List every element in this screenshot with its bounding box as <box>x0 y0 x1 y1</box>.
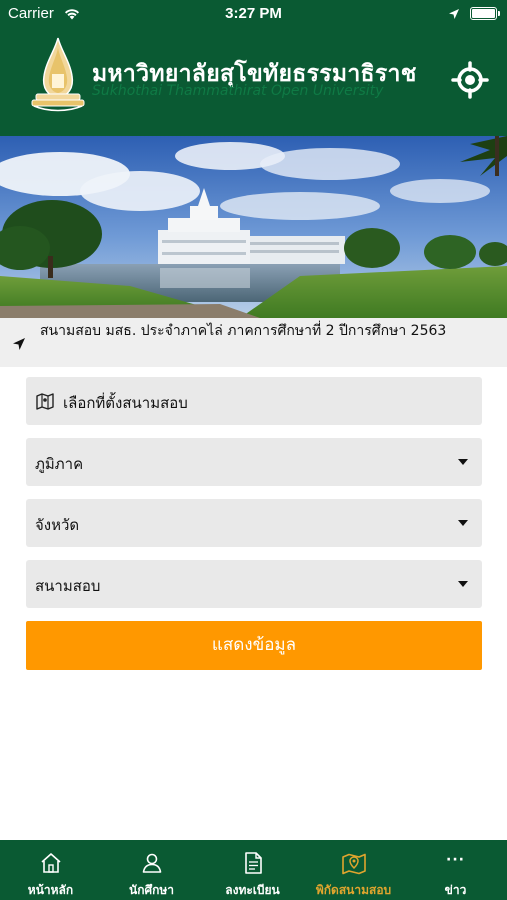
chevron-down-icon <box>458 520 468 526</box>
bottom-tab-bar: หน้าหลัก นักศึกษา ลงทะเบียน พิกัดสนามสอบ… <box>0 840 507 900</box>
province-select-label: จังหวัด <box>35 516 80 534</box>
exam-site-select-label: สนามสอบ <box>35 577 101 595</box>
tab-register-label: ลงทะเบียน <box>225 883 280 897</box>
home-icon <box>40 853 61 873</box>
tab-home-label: หน้าหลัก <box>27 883 74 897</box>
tab-news[interactable]: ··· ข่าว <box>404 840 507 900</box>
region-select-label: ภูมิภาค <box>35 455 84 473</box>
region-select[interactable]: ภูมิภาค <box>26 438 482 486</box>
user-icon <box>142 853 161 873</box>
tab-student-label: นักศึกษา <box>129 883 174 897</box>
map-pin-icon <box>341 853 366 875</box>
more-icon: ··· <box>446 852 465 868</box>
exam-site-select[interactable]: สนามสอบ <box>26 560 482 608</box>
tab-student[interactable]: นักศึกษา <box>101 840 202 900</box>
exam-period-notice: สนามสอบ มสธ. ประจำภาคไล่ ภาคการศึกษาที่ … <box>0 318 507 367</box>
tab-home[interactable]: หน้าหลัก <box>0 840 101 900</box>
document-icon <box>244 852 262 874</box>
chevron-down-icon <box>458 581 468 587</box>
campus-banner-image <box>0 136 507 318</box>
notice-text: สนามสอบ มสธ. ประจำภาคไล่ ภาคการศึกษาที่ … <box>40 323 447 339</box>
map-icon <box>35 391 55 415</box>
university-name-english: Sukhothai Thammathirat Open University <box>92 83 384 99</box>
location-arrow-icon <box>12 336 26 355</box>
heading-label: เลือกที่ตั้งสนามสอบ <box>63 394 188 412</box>
province-select[interactable]: จังหวัด <box>26 499 482 547</box>
status-bar: Carrier 3:27 PM <box>0 0 507 28</box>
tab-news-label: ข่าว <box>444 883 467 897</box>
app-header: Carrier 3:27 PM มหาวิทยาลัยสุโขทัยธรรมาธ… <box>0 0 507 136</box>
locate-crosshair-icon[interactable] <box>450 60 490 100</box>
tab-exam-site-map-label: พิกัดสนามสอบ <box>315 883 392 897</box>
tab-register[interactable]: ลงทะเบียน <box>202 840 303 900</box>
chevron-down-icon <box>458 459 468 465</box>
location-services-icon <box>448 6 460 24</box>
show-info-button[interactable]: แสดงข้อมูล <box>26 621 482 670</box>
battery-icon <box>470 7 500 20</box>
clock: 3:27 PM <box>225 5 282 22</box>
exam-site-location-heading: เลือกที่ตั้งสนามสอบ <box>26 377 482 425</box>
university-emblem-icon <box>30 36 86 112</box>
tab-exam-site-map[interactable]: พิกัดสนามสอบ <box>303 840 404 900</box>
